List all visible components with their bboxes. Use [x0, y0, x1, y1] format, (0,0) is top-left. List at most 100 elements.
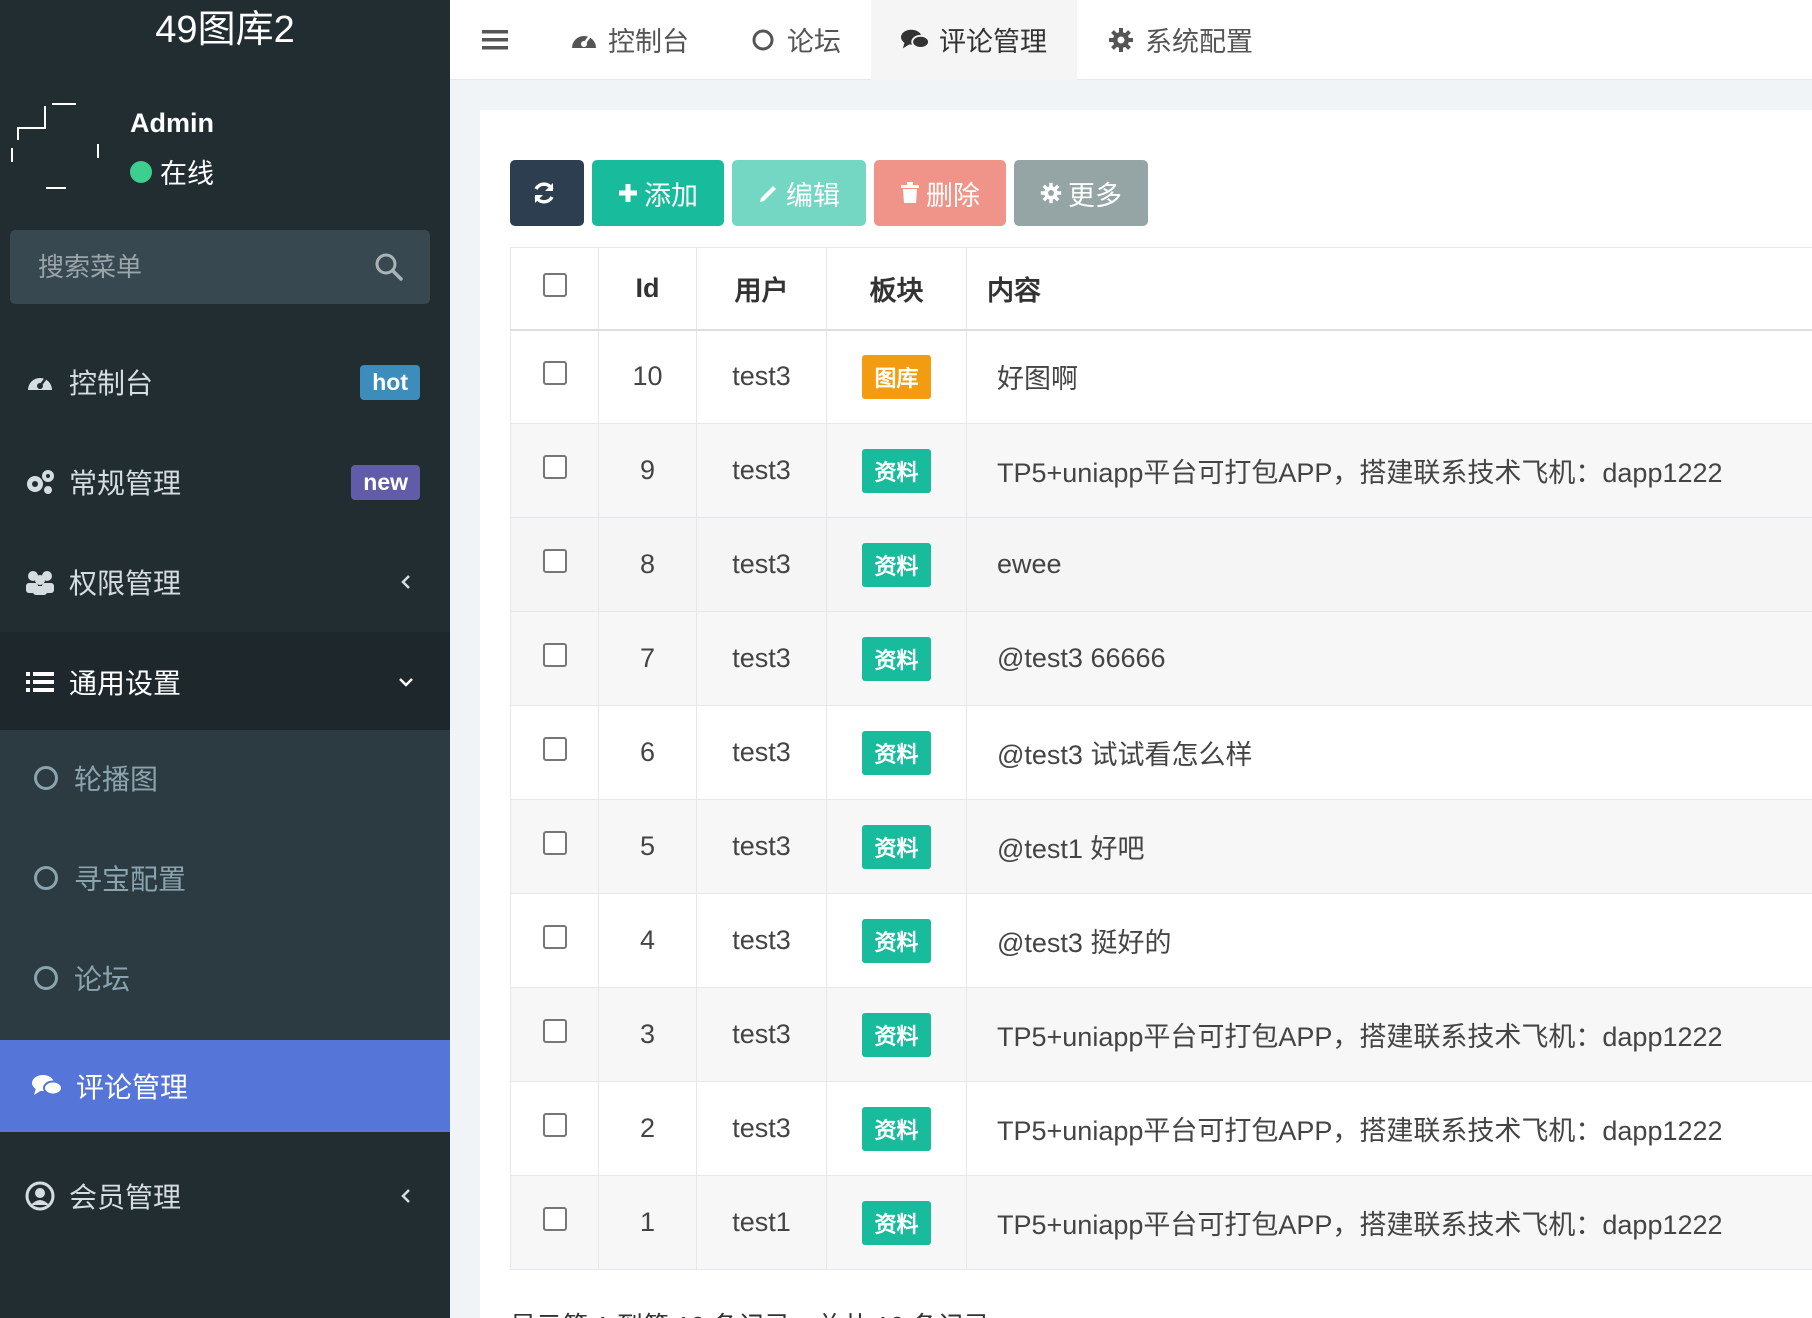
top-navbar: 控制台 论坛 评论管理 系统配置	[450, 0, 1812, 80]
menu-search	[10, 230, 430, 304]
select-all-checkbox[interactable]	[542, 272, 567, 297]
table-row[interactable]: 9 test3 资料 TP5+uniapp平台可打包APP，搭建联系技术飞机：dapp…	[510, 423, 1812, 518]
refresh-button[interactable]	[510, 160, 584, 226]
cell-content: TP5+uniapp平台可打包APP，搭建联系技术飞机：dapp1222	[966, 987, 1812, 1082]
cell-section: 资料	[826, 799, 967, 894]
menu-toggle-button[interactable]	[450, 0, 540, 80]
column-header-id[interactable]: Id	[598, 247, 697, 331]
section-badge: 资料	[862, 448, 931, 493]
cell-section: 资料	[826, 1081, 967, 1176]
sidebar-subitem-forum[interactable]: 论坛	[0, 930, 450, 1026]
sidebar-item-comments[interactable]: 评论管理	[0, 1040, 450, 1132]
gear-icon	[1107, 26, 1135, 54]
table-row[interactable]: 3 test3 资料 TP5+uniapp平台可打包APP，搭建联系技术飞机：dapp…	[510, 987, 1812, 1082]
settings-submenu: 轮播图 寻宝配置 论坛	[0, 730, 450, 1040]
sidebar-item-settings[interactable]: 通用设置	[0, 632, 450, 732]
tab-comments[interactable]: 评论管理	[871, 0, 1077, 80]
row-checkbox[interactable]	[542, 925, 567, 949]
row-checkbox[interactable]	[542, 831, 567, 855]
table-row[interactable]: 8 test3 资料 ewee	[510, 517, 1812, 612]
section-badge: 资料	[862, 636, 931, 681]
search-icon[interactable]	[374, 252, 404, 282]
column-header-section[interactable]: 板块	[826, 247, 967, 331]
table-row[interactable]: 1 test1 资料 TP5+uniapp平台可打包APP，搭建联系技术飞机：dapp…	[510, 1175, 1812, 1270]
sidebar-item-members[interactable]: 会员管理	[0, 1146, 450, 1246]
circle-icon	[34, 766, 58, 790]
delete-button[interactable]: 删除	[874, 160, 1006, 226]
cell-content: @test3 试试看怎么样	[966, 705, 1812, 800]
sidebar-item-general[interactable]: 常规管理 new	[0, 432, 450, 532]
more-button[interactable]: 更多	[1014, 160, 1148, 226]
table-toolbar: 添加 编辑 删除 更多	[510, 160, 1156, 226]
table-row[interactable]: 6 test3 资料 @test3 试试看怎么样	[510, 705, 1812, 800]
trash-icon	[901, 182, 919, 203]
row-checkbox[interactable]	[542, 1113, 567, 1137]
menu-search-input[interactable]	[10, 230, 430, 304]
row-checkbox[interactable]	[542, 643, 567, 667]
list-icon	[25, 667, 55, 697]
cell-user: test3	[696, 1081, 827, 1176]
cell-user: test3	[696, 329, 827, 424]
sidebar-subitem-carousel[interactable]: 轮播图	[0, 730, 450, 826]
cell-content: @test3 66666	[966, 611, 1812, 706]
add-button[interactable]: 添加	[592, 160, 724, 226]
row-checkbox[interactable]	[542, 549, 567, 573]
pagination-info: 显示第 1 到第 10 条记录，总共 10 条记录	[510, 1306, 990, 1318]
row-checkbox[interactable]	[542, 737, 567, 761]
section-badge: 资料	[862, 824, 931, 869]
edit-button[interactable]: 编辑	[732, 160, 866, 226]
row-select-cell	[510, 799, 599, 894]
app-brand[interactable]: 49图库2	[0, 0, 450, 62]
sidebar-item-dashboard[interactable]: 控制台 hot	[0, 332, 450, 432]
tab-label: 控制台	[608, 27, 689, 57]
cell-content: TP5+uniapp平台可打包APP，搭建联系技术飞机：dapp1222	[966, 1081, 1812, 1176]
hot-badge: hot	[360, 364, 420, 400]
table-row[interactable]: 2 test3 资料 TP5+uniapp平台可打包APP，搭建联系技术飞机：dapp…	[510, 1081, 1812, 1176]
circle-icon	[34, 966, 58, 990]
row-checkbox[interactable]	[542, 1207, 567, 1231]
cell-id: 3	[598, 987, 697, 1082]
table-body: 10 test3 图库 好图啊 9 test3 资料 TP5+uniapp平台可打包APP，搭…	[510, 329, 1812, 1270]
sidebar-item-label: 权限管理	[69, 568, 182, 599]
sidebar-subitem-label: 轮播图	[74, 764, 159, 795]
circle-icon	[34, 866, 58, 890]
cell-section: 资料	[826, 423, 967, 518]
sidebar-item-label: 会员管理	[69, 1182, 182, 1213]
table-row[interactable]: 10 test3 图库 好图啊	[510, 329, 1812, 424]
tab-label: 论坛	[787, 27, 841, 57]
cell-user: test3	[696, 893, 827, 988]
tab-label: 评论管理	[939, 27, 1047, 57]
user-name: Admin	[130, 108, 214, 138]
row-checkbox[interactable]	[542, 455, 567, 479]
table-row[interactable]: 4 test3 资料 @test3 挺好的	[510, 893, 1812, 988]
comments-table: Id 用户 板块 内容 10 test3 图库 好图啊 9 test3 资料 TP5+unia…	[510, 247, 1812, 1270]
content-panel: 添加 编辑 删除 更多 Id 用户 板块 内容 10 test3 图库 好图啊 …	[480, 110, 1812, 1318]
avatar	[11, 103, 99, 189]
row-checkbox[interactable]	[542, 1019, 567, 1043]
sidebar-subitem-label: 论坛	[74, 964, 131, 995]
sidebar-subitem-treasure[interactable]: 寻宝配置	[0, 830, 450, 926]
sidebar-item-permissions[interactable]: 权限管理	[0, 532, 450, 632]
table-row[interactable]: 7 test3 资料 @test3 66666	[510, 611, 1812, 706]
cell-id: 9	[598, 423, 697, 518]
table-row[interactable]: 5 test3 资料 @test1 好吧	[510, 799, 1812, 894]
cell-content: @test1 好吧	[966, 799, 1812, 894]
column-header-user[interactable]: 用户	[696, 247, 827, 331]
cell-user: test3	[696, 987, 827, 1082]
section-badge: 资料	[862, 1200, 931, 1245]
row-checkbox[interactable]	[542, 361, 567, 386]
user-status: 在线	[130, 152, 214, 191]
sidebar-item-label: 常规管理	[69, 468, 182, 499]
group-icon	[25, 567, 55, 597]
more-button-label: 更多	[1068, 180, 1122, 211]
user-panel: Admin 在线	[0, 96, 450, 196]
select-all-cell	[510, 247, 599, 331]
cell-content: TP5+uniapp平台可打包APP，搭建联系技术飞机：dapp1222	[966, 1175, 1812, 1270]
tab-dashboard[interactable]: 控制台	[540, 0, 719, 80]
tab-forum[interactable]: 论坛	[719, 0, 871, 80]
cell-user: test3	[696, 611, 827, 706]
tab-system-config[interactable]: 系统配置	[1077, 0, 1283, 80]
section-badge: 资料	[862, 918, 931, 963]
column-header-content[interactable]: 内容	[966, 247, 1812, 331]
cell-section: 资料	[826, 517, 967, 612]
